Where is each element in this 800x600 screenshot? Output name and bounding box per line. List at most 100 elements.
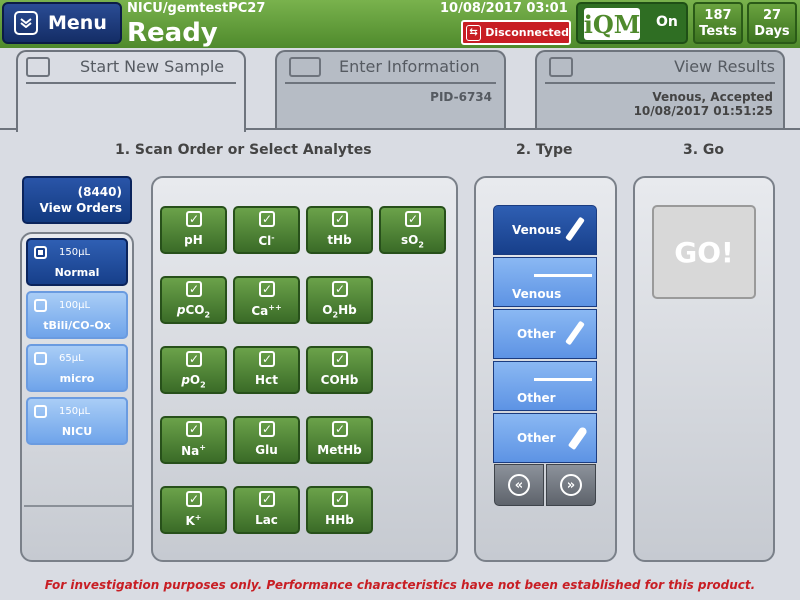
analyte-lac-button[interactable]: ✓ Lac xyxy=(233,486,300,534)
patient-icon xyxy=(26,57,50,77)
days-counter[interactable]: 27 Days xyxy=(747,2,797,44)
volume-name: micro xyxy=(59,372,95,385)
volume-normal-button[interactable]: 150µL Normal xyxy=(26,238,128,286)
menu-button[interactable]: Menu xyxy=(2,2,122,44)
analyte-so2-button[interactable]: ✓ sO2 xyxy=(379,206,446,254)
tab-enter-information[interactable]: Enter Information PID-6734 xyxy=(275,50,506,130)
tab-start-new-sample[interactable]: Start New Sample xyxy=(16,50,246,132)
analyte-hct-button[interactable]: ✓ Hct xyxy=(233,346,300,394)
tab-divider xyxy=(285,82,496,84)
keyboard-icon xyxy=(289,57,321,77)
volume-name: Normal xyxy=(54,266,100,279)
iqm-logo: iQM xyxy=(583,8,641,40)
analyte-label: pH xyxy=(184,233,203,247)
analyte-thb-button[interactable]: ✓ tHb xyxy=(306,206,373,254)
type-venous-syringe-button[interactable]: Venous xyxy=(493,205,597,255)
orders-label: View Orders xyxy=(39,201,123,215)
analyte-label: tHb xyxy=(327,233,352,247)
chevron-down-icon xyxy=(14,11,38,35)
type-next-button[interactable]: » xyxy=(546,464,596,506)
checkbox-icon: ✓ xyxy=(332,421,348,437)
type-other-capillary-button[interactable]: Other xyxy=(493,361,597,411)
tab-view-results[interactable]: View Results Venous, Accepted 10/08/2017… xyxy=(535,50,785,130)
checkbox-icon: ✓ xyxy=(186,211,202,227)
checkbox-icon: ✓ xyxy=(186,421,202,437)
analyte-label: O2Hb xyxy=(322,303,357,320)
analyte-cohb-button[interactable]: ✓ COHb xyxy=(306,346,373,394)
analyte-hhb-button[interactable]: ✓ HHb xyxy=(306,486,373,534)
type-prev-button[interactable]: « xyxy=(494,464,544,506)
analyte-label: Cl- xyxy=(258,233,275,248)
analyte-label: Hct xyxy=(255,373,278,387)
tab-divider xyxy=(26,82,236,84)
connection-status-button[interactable]: ⇆ Disconnected xyxy=(461,20,571,45)
analyte-methb-button[interactable]: ✓ MetHb xyxy=(306,416,373,464)
chart-icon xyxy=(549,57,573,77)
tab-enter-label: Enter Information xyxy=(339,57,480,76)
analyte-ca-button[interactable]: ✓ Ca++ xyxy=(233,276,300,324)
tests-count: 187 xyxy=(704,8,732,23)
volume-icon xyxy=(34,299,47,312)
tests-counter[interactable]: 187 Tests xyxy=(693,2,743,44)
analyte-k-button[interactable]: ✓ K+ xyxy=(160,486,227,534)
syringe-icon xyxy=(565,320,585,346)
volume-icon xyxy=(34,405,47,418)
step-scan-heading: 1. Scan Order or Select Analytes xyxy=(115,142,372,158)
volume-amount: 100µL xyxy=(59,300,91,311)
analyte-pco2-button[interactable]: ✓ pCO2 xyxy=(160,276,227,324)
checkbox-icon: ✓ xyxy=(259,351,275,367)
volume-name: tBili/CO-Ox xyxy=(43,319,111,332)
analyte-ph-button[interactable]: ✓ pH xyxy=(160,206,227,254)
panel-divider xyxy=(24,505,132,507)
type-venous-capillary-button[interactable]: Venous xyxy=(493,257,597,307)
days-label: Days xyxy=(754,24,790,39)
view-orders-button[interactable]: (8440) View Orders xyxy=(22,176,132,224)
volume-name: NICU xyxy=(61,425,93,438)
device-name: NICU/gemtestPC27 xyxy=(127,1,266,16)
step-type-heading: 2. Type xyxy=(516,142,573,158)
checkbox-icon: ✓ xyxy=(259,211,275,227)
disconnect-icon: ⇆ xyxy=(466,24,482,41)
ampule-icon xyxy=(567,425,589,451)
volume-amount: 65µL xyxy=(59,353,84,364)
menu-label: Menu xyxy=(48,12,107,34)
checkbox-icon: ✓ xyxy=(332,211,348,227)
last-result-info: Venous, Accepted 10/08/2017 01:51:25 xyxy=(634,90,773,118)
type-label: Other xyxy=(517,391,556,405)
checkbox-icon: ✓ xyxy=(259,281,275,297)
analyte-label: MetHb xyxy=(317,443,362,457)
volume-micro-button[interactable]: 65µL micro xyxy=(26,344,128,392)
date-time: 10/08/2017 03:01 xyxy=(440,1,568,16)
patient-id: PID-6734 xyxy=(430,90,492,104)
analyte-glu-button[interactable]: ✓ Glu xyxy=(233,416,300,464)
go-button[interactable]: GO! xyxy=(652,205,756,299)
checkbox-icon: ✓ xyxy=(332,491,348,507)
analyte-na-button[interactable]: ✓ Na+ xyxy=(160,416,227,464)
type-other-ampule-button[interactable]: Other xyxy=(493,413,597,463)
step-go-heading: 3. Go xyxy=(683,142,725,158)
disclaimer-text: For investigation purposes only. Perform… xyxy=(44,578,756,592)
sample-volume-panel: 150µL Normal 100µL tBili/CO-Ox 65µL micr… xyxy=(20,232,134,562)
analyte-cl-button[interactable]: ✓ Cl- xyxy=(233,206,300,254)
tests-label: Tests xyxy=(699,24,737,39)
orders-count: (8440) xyxy=(77,185,122,199)
volume-icon xyxy=(34,352,47,365)
double-chevron-right-icon: » xyxy=(560,474,582,496)
volume-icon xyxy=(34,246,47,259)
analyte-po2-button[interactable]: ✓ pO2 xyxy=(160,346,227,394)
checkbox-icon: ✓ xyxy=(332,351,348,367)
checkbox-icon: ✓ xyxy=(186,351,202,367)
analyte-o2hb-button[interactable]: ✓ O2Hb xyxy=(306,276,373,324)
volume-tbili-button[interactable]: 100µL tBili/CO-Ox xyxy=(26,291,128,339)
volume-nicu-button[interactable]: 150µL NICU xyxy=(26,397,128,445)
analyte-label: Lac xyxy=(255,513,278,527)
checkbox-icon: ✓ xyxy=(332,281,348,297)
syringe-icon xyxy=(565,216,585,242)
type-label: Other xyxy=(517,431,556,445)
type-other-syringe-button[interactable]: Other xyxy=(493,309,597,359)
analyte-label: pO2 xyxy=(181,373,206,390)
iqm-button[interactable]: iQM On xyxy=(576,2,688,44)
analyte-label: K+ xyxy=(185,513,202,528)
tab-divider xyxy=(545,82,775,84)
analyte-label: Na+ xyxy=(181,443,206,458)
